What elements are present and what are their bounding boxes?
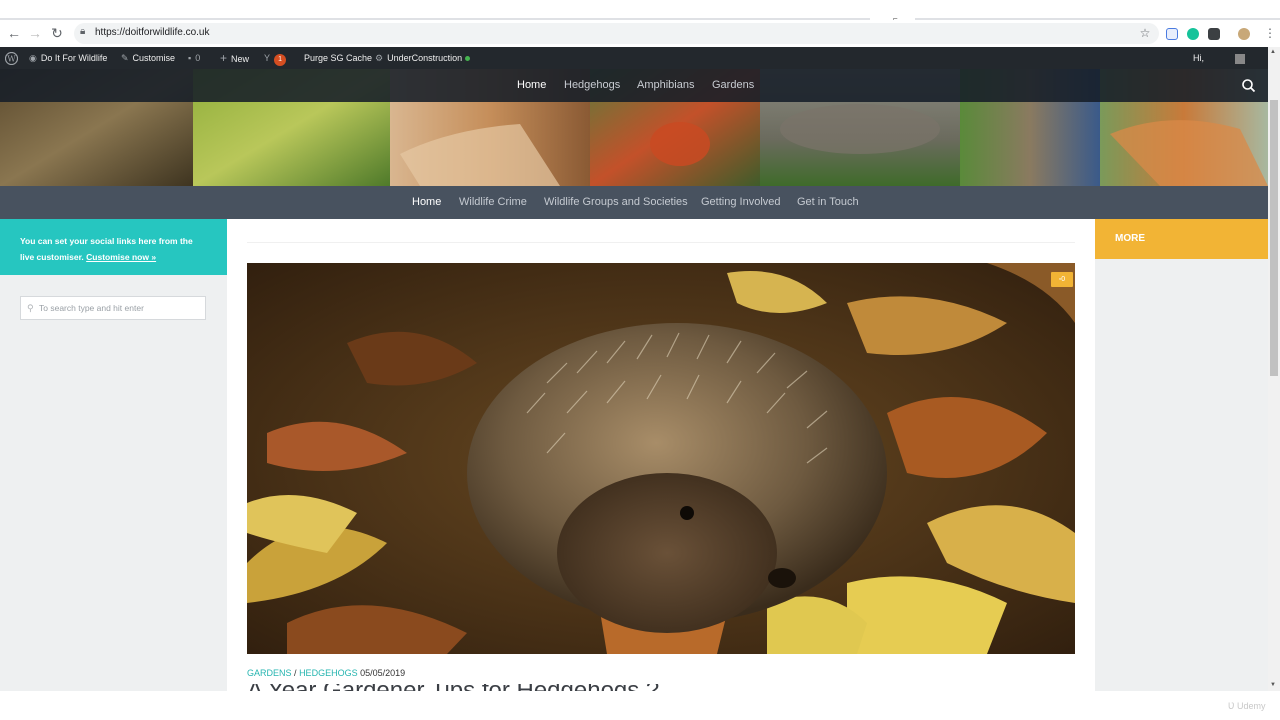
primary-navigation: Home Hedgehogs Amphibians Gardens	[0, 69, 1268, 102]
plus-icon: +	[220, 51, 228, 65]
right-sidebar	[1095, 219, 1268, 691]
sidebar-search-input[interactable]: ⚲ To search type and hit enter	[20, 296, 206, 320]
url-text[interactable]: https://doitforwildlife.co.uk	[95, 27, 210, 38]
brush-icon: ✎	[121, 53, 129, 63]
content-divider	[247, 242, 1075, 243]
profile-avatar-icon[interactable]	[1238, 28, 1250, 40]
comment-count-badge[interactable]: ▫0	[1051, 272, 1073, 287]
subnav-item-get-in-touch[interactable]: Get in Touch	[797, 196, 859, 208]
bookmark-star-icon[interactable]: ☆	[1135, 23, 1155, 43]
tab-strip: ⌐	[0, 0, 1280, 23]
browser-menu-icon[interactable]: ⋮	[1264, 26, 1276, 40]
forward-button[interactable]: →	[25, 23, 45, 43]
scroll-down-icon[interactable]: ▼	[1270, 682, 1276, 688]
category-gardens-link[interactable]: GARDENS	[247, 668, 292, 678]
admin-purge-label: Purge SG Cache	[304, 53, 373, 63]
scrollbar-thumb[interactable]	[1270, 100, 1278, 376]
featured-image-hedgehog[interactable]	[247, 263, 1075, 654]
customise-now-link[interactable]: Customise now »	[86, 252, 156, 262]
page-root: ⌐ ← → ↻ 🔒︎ https://doitforwildlife.co.uk…	[0, 0, 1280, 720]
admin-customise-label: Customise	[132, 53, 176, 63]
category-hedgehogs-link[interactable]: HEDGEHOGS	[299, 668, 358, 678]
wp-admin-bar: W ◉ Do It For Wildlife ✎ Customise ▪ 0 + New…	[0, 47, 1280, 69]
admin-avatar-icon	[1234, 53, 1245, 64]
udemy-watermark: Ʋ Udemy	[1228, 701, 1266, 711]
admin-site-name: Do It For Wildlife	[40, 53, 108, 63]
lock-icon: 🔒︎	[80, 26, 86, 37]
subnav-item-wildlife-crime[interactable]: Wildlife Crime	[459, 196, 527, 208]
admin-new-label: New	[231, 54, 250, 64]
admin-yoast-link[interactable]: Y1	[264, 47, 287, 69]
admin-site-link[interactable]: ◉ Do It For Wildlife	[29, 47, 107, 69]
topnav-item-hedgehogs[interactable]: Hedgehogs	[564, 79, 620, 91]
admin-comments-count: 0	[195, 53, 201, 63]
back-button[interactable]: ←	[4, 23, 24, 43]
bottom-bar	[0, 691, 1280, 720]
admin-account-link[interactable]: Hi,	[1193, 47, 1245, 69]
subnav-item-home[interactable]: Home	[412, 196, 441, 208]
social-links-box: You can set your social links here from …	[0, 219, 227, 275]
admin-greeting: Hi,	[1193, 53, 1204, 63]
address-bar[interactable]	[74, 23, 1159, 44]
search-icon: ⚲	[27, 303, 34, 313]
comment-count: 0	[1061, 276, 1066, 283]
topnav-item-amphibians[interactable]: Amphibians	[637, 79, 694, 91]
sidebar-search-placeholder: To search type and hit enter	[39, 303, 144, 313]
extension-icon-1[interactable]	[1166, 28, 1178, 40]
svg-text:W: W	[7, 55, 16, 64]
post-title[interactable]: A Year Gardener Tips for Hedgehogs ?	[247, 684, 659, 691]
left-sidebar	[0, 219, 227, 691]
admin-purge-cache-link[interactable]: Purge SG Cache	[304, 47, 372, 69]
admin-new-link[interactable]: + New	[220, 47, 249, 69]
topnav-item-home[interactable]: Home	[517, 79, 546, 91]
yoast-icon: Y	[264, 53, 271, 63]
post-date: 05/05/2019	[360, 668, 406, 678]
watermark-text: Udemy	[1237, 701, 1266, 711]
subnav-item-getting-involved[interactable]: Getting Involved	[701, 196, 781, 208]
search-icon[interactable]	[1240, 77, 1258, 95]
extension-icon-3[interactable]	[1208, 28, 1220, 40]
admin-updates-badge: 1	[274, 54, 287, 66]
dashboard-icon: ◉	[29, 53, 37, 63]
secondary-navigation: Home Wildlife Crime Wildlife Groups and …	[0, 186, 1268, 219]
comment-bubble-icon: ▪	[188, 53, 192, 63]
admin-customise-link[interactable]: ✎ Customise	[121, 47, 175, 69]
more-widget-header[interactable]: MORE	[1095, 219, 1268, 259]
topnav-item-gardens[interactable]: Gardens	[712, 79, 754, 91]
scroll-up-icon[interactable]: ▲	[1270, 49, 1276, 55]
admin-under-construction-link[interactable]: ⚙ UnderConstruction	[375, 47, 471, 69]
status-dot-icon	[465, 56, 471, 62]
gear-icon: ⚙	[375, 53, 384, 63]
post-meta: GARDENS / HEDGEHOGS 05/05/2019	[247, 668, 405, 678]
category-separator: /	[294, 668, 297, 678]
subnav-item-wildlife-groups[interactable]: Wildlife Groups and Societies	[544, 196, 688, 208]
grammarly-icon[interactable]	[1187, 28, 1199, 40]
reload-button[interactable]: ↻	[47, 23, 67, 43]
admin-under-construction-label: UnderConstruction	[387, 53, 463, 63]
admin-comments-link[interactable]: ▪ 0	[188, 47, 200, 69]
wordpress-logo-icon[interactable]: W	[4, 47, 19, 69]
